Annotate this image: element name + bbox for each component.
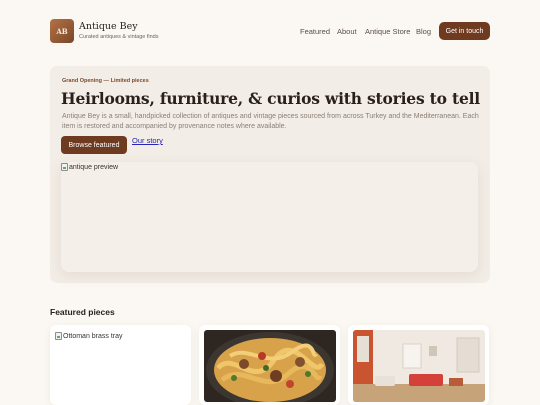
broken-image-icon (61, 163, 68, 171)
antique-preview-broken-image: antique preview (61, 163, 118, 171)
featured-card[interactable] (199, 325, 340, 405)
our-story-link[interactable]: Our story (132, 136, 163, 145)
pasta-dish-illustration (204, 330, 336, 402)
antique-preview-image (61, 162, 478, 272)
interior-room-photo (353, 330, 485, 402)
hero-description: Antique Bey is a small, handpicked colle… (62, 113, 479, 130)
hero-kicker: Grand Opening — Limited pieces (62, 78, 149, 84)
get-in-touch-button[interactable]: Get in touch (439, 22, 490, 40)
browse-featured-button[interactable]: Browse featured (61, 136, 127, 154)
nav-about[interactable]: About (337, 27, 357, 36)
brand-tagline: Curated antiques & vintage finds (79, 34, 159, 40)
ottoman-tray-broken-image: Ottoman brass tray (55, 332, 123, 340)
featured-card[interactable] (348, 325, 489, 405)
featured-section-title: Featured pieces (50, 307, 115, 317)
logo-badge[interactable]: AB (50, 19, 74, 43)
brand-name[interactable]: Antique Bey (79, 21, 138, 32)
nav-featured[interactable]: Featured (300, 27, 330, 36)
interior-room-illustration (353, 330, 485, 402)
hero-title: Heirlooms, furniture, & curios with stor… (61, 89, 480, 108)
card-image-alt: Ottoman brass tray (63, 332, 123, 340)
nav-blog[interactable]: Blog (416, 27, 431, 36)
nav-antique-store[interactable]: Antique Store (365, 27, 410, 36)
pasta-dish-photo (204, 330, 336, 402)
antique-preview-alt: antique preview (69, 163, 119, 171)
site-header: AB Antique Bey Curated antiques & vintag… (0, 0, 540, 62)
featured-card[interactable]: Ottoman brass tray (50, 325, 191, 405)
broken-image-icon (55, 332, 62, 340)
